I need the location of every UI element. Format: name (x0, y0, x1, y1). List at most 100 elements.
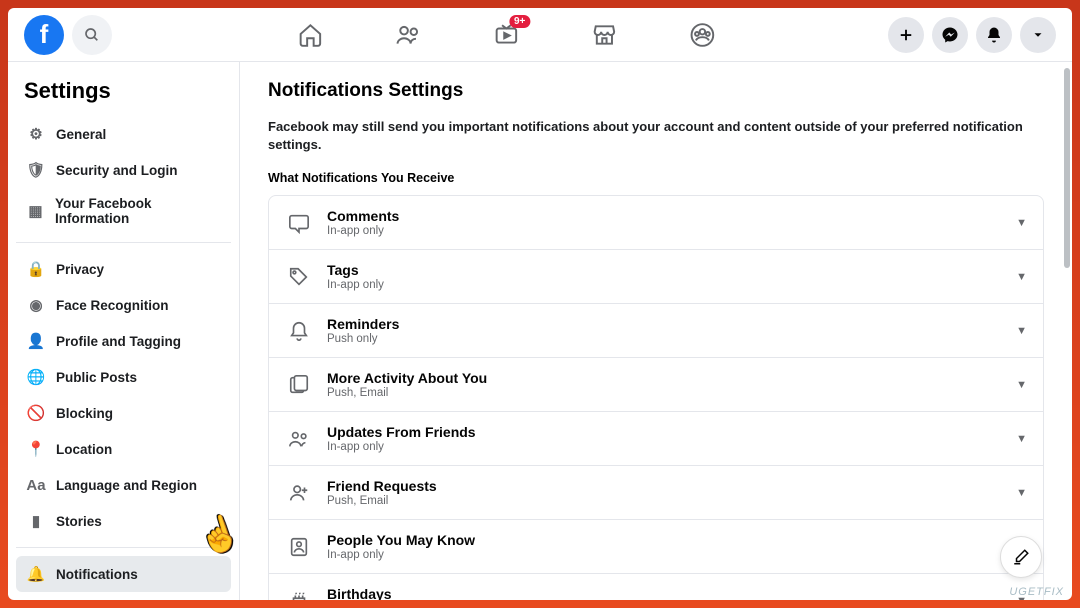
row-label: More Activity About You (327, 370, 1016, 386)
marketplace-icon (591, 22, 617, 48)
sidebar-item-label: Security and Login (56, 163, 178, 178)
sidebar-item-your-info[interactable]: ▦ Your Facebook Information (16, 188, 231, 234)
divider (16, 547, 231, 548)
sidebar-item-label: Profile and Tagging (56, 334, 181, 349)
page-title: Notifications Settings (268, 80, 1044, 102)
shield-icon: 🛡 (26, 160, 46, 180)
friends-icon (285, 425, 313, 453)
sidebar-item-label: Privacy (56, 262, 104, 277)
row-label: People You May Know (327, 532, 1016, 548)
sidebar-item-label: Public Posts (56, 370, 137, 385)
sidebar-item-label: Blocking (56, 406, 113, 421)
row-sub: Push, Email (327, 387, 1016, 399)
notifications-button[interactable] (976, 17, 1012, 53)
top-left: f (24, 15, 112, 55)
sidebar-item-label: Face Recognition (56, 298, 169, 313)
edit-float-button[interactable] (1000, 536, 1042, 578)
main-content: Notifications Settings Facebook may stil… (240, 62, 1072, 600)
face-icon: ◉ (26, 295, 46, 315)
chevron-down-icon: ▼ (1016, 325, 1027, 337)
sidebar-item-label: General (56, 127, 106, 142)
sidebar-item-blocking[interactable]: 🚫 Blocking (16, 395, 231, 431)
sidebar-item-general[interactable]: ⚙ General (16, 116, 231, 152)
sidebar-item-security[interactable]: 🛡 Security and Login (16, 152, 231, 188)
top-right (888, 17, 1056, 53)
row-updates-friends[interactable]: Updates From FriendsIn-app only ▼ (269, 412, 1043, 466)
row-label: Updates From Friends (327, 424, 1016, 440)
section-label: What Notifications You Receive (268, 171, 1044, 185)
nav-friends[interactable] (394, 21, 422, 49)
chevron-down-icon: ▼ (1016, 379, 1027, 391)
row-label: Reminders (327, 316, 1016, 332)
plus-icon (897, 26, 915, 44)
profile-icon: 👤 (26, 331, 46, 351)
settings-sidebar: Settings ⚙ General 🛡 Security and Login … (8, 62, 240, 600)
row-reminders[interactable]: RemindersPush only ▼ (269, 304, 1043, 358)
row-more-activity[interactable]: More Activity About YouPush, Email ▼ (269, 358, 1043, 412)
row-label: Birthdays (327, 586, 1016, 600)
sidebar-item-mobile[interactable]: 📱 Mobile (16, 592, 231, 600)
row-sub: Push, Email (327, 495, 1016, 507)
sidebar-item-notifications[interactable]: 🔔 Notifications (16, 556, 231, 592)
row-birthdays[interactable]: BirthdaysPush only ▼ (269, 574, 1043, 600)
groups-icon (689, 22, 715, 48)
body: Settings ⚙ General 🛡 Security and Login … (8, 62, 1072, 600)
nav-home[interactable] (296, 21, 324, 49)
sidebar-item-face-recognition[interactable]: ◉ Face Recognition (16, 287, 231, 323)
top-center-nav: 9+ (296, 21, 716, 49)
bell-icon: 🔔 (26, 564, 46, 584)
row-sub: In-app only (327, 549, 1016, 561)
row-tags[interactable]: TagsIn-app only ▼ (269, 250, 1043, 304)
activity-icon (285, 371, 313, 399)
page-description: Facebook may still send you important no… (268, 118, 1044, 153)
grid-icon: ▦ (26, 201, 45, 221)
chevron-down-icon: ▼ (1016, 433, 1027, 445)
chevron-down-icon: ▼ (1016, 487, 1027, 499)
reminder-bell-icon (285, 317, 313, 345)
row-comments[interactable]: CommentsIn-app only ▼ (269, 196, 1043, 250)
sidebar-item-label: Your Facebook Information (55, 196, 221, 226)
friend-request-icon (285, 479, 313, 507)
nav-watch[interactable]: 9+ (492, 21, 520, 49)
search-icon (84, 27, 100, 43)
sidebar-item-label: Notifications (56, 567, 138, 582)
search-button[interactable] (72, 15, 112, 55)
sidebar-item-label: Stories (56, 514, 102, 529)
sidebar-title: Settings (16, 74, 231, 116)
gear-icon: ⚙ (26, 124, 46, 144)
account-button[interactable] (1020, 17, 1056, 53)
create-button[interactable] (888, 17, 924, 53)
sidebar-item-label: Location (56, 442, 112, 457)
bell-icon (985, 26, 1003, 44)
watch-badge: 9+ (509, 15, 530, 28)
sidebar-item-profile-tagging[interactable]: 👤 Profile and Tagging (16, 323, 231, 359)
top-nav: f 9+ (8, 8, 1072, 62)
row-sub: Push only (327, 333, 1016, 345)
row-label: Comments (327, 208, 1016, 224)
row-people-you-may-know[interactable]: People You May KnowIn-app only ▼ (269, 520, 1043, 574)
row-label: Friend Requests (327, 478, 1016, 494)
sidebar-item-stories[interactable]: ▮ Stories (16, 503, 231, 539)
globe-icon: 🌐 (26, 367, 46, 387)
sidebar-item-language[interactable]: Aa Language and Region (16, 467, 231, 503)
lock-icon: 🔒 (26, 259, 46, 279)
chevron-down-icon: ▼ (1016, 271, 1027, 283)
chevron-down-icon: ▼ (1016, 217, 1027, 229)
notifications-card: CommentsIn-app only ▼ TagsIn-app only ▼ … (268, 195, 1044, 600)
scrollbar[interactable] (1064, 68, 1070, 268)
sidebar-item-privacy[interactable]: 🔒 Privacy (16, 251, 231, 287)
row-sub: In-app only (327, 225, 1016, 237)
divider (16, 242, 231, 243)
sidebar-item-location[interactable]: 📍 Location (16, 431, 231, 467)
location-icon: 📍 (26, 439, 46, 459)
language-icon: Aa (26, 475, 46, 495)
messenger-button[interactable] (932, 17, 968, 53)
messenger-icon (941, 26, 959, 44)
row-friend-requests[interactable]: Friend RequestsPush, Email ▼ (269, 466, 1043, 520)
facebook-logo[interactable]: f (24, 15, 64, 55)
people-icon (285, 533, 313, 561)
tag-icon (285, 263, 313, 291)
sidebar-item-public-posts[interactable]: 🌐 Public Posts (16, 359, 231, 395)
nav-marketplace[interactable] (590, 21, 618, 49)
nav-groups[interactable] (688, 21, 716, 49)
